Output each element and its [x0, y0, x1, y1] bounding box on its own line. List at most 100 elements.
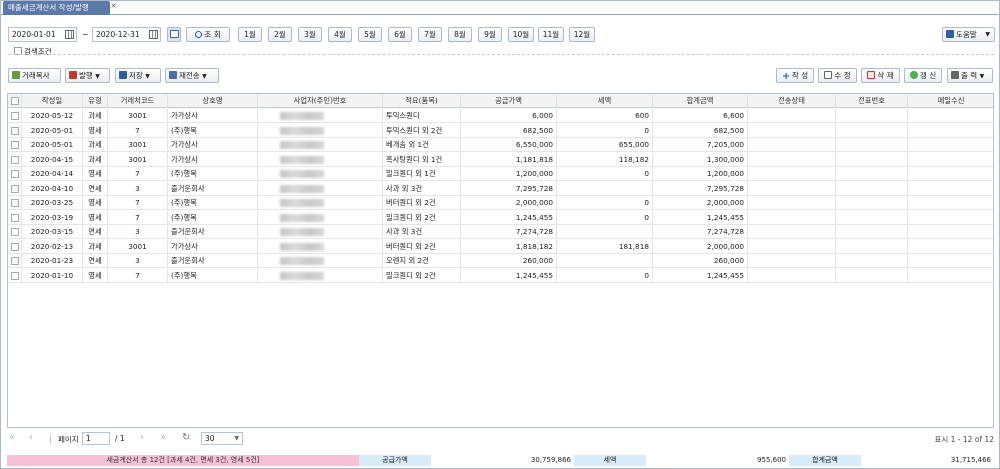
table-row[interactable]: 2020-04-10 면세 3 즐거운회사 사과 외 3건 7,295,728 7,295,… — [8, 181, 993, 196]
row-select-cell[interactable] — [8, 109, 22, 123]
table-row[interactable]: 2020-02-13 과세 3001 가가상사 버터퀀디 외 2건 1,818,182 18… — [8, 239, 993, 254]
copy-trade-button[interactable]: 거래복사 — [8, 68, 61, 83]
row-checkbox[interactable] — [11, 141, 19, 149]
row-checkbox[interactable] — [11, 271, 19, 280]
row-select-cell[interactable] — [8, 123, 22, 138]
write-button[interactable]: + 작 성 — [776, 68, 814, 83]
column-header[interactable]: 거래처코드 — [108, 94, 168, 108]
header-select-all[interactable] — [8, 94, 22, 108]
calendar-toggle-button[interactable] — [167, 27, 181, 42]
row-select-cell[interactable] — [8, 138, 22, 152]
column-header[interactable]: 전송상태 — [748, 94, 836, 108]
reload-icon[interactable]: ↻ — [182, 432, 190, 443]
month-button[interactable]: 4월 — [328, 27, 352, 42]
table-row[interactable]: 2020-03-15 면세 3 즐거운회사 사과 외 3건 7,274,728 7,274,… — [8, 225, 993, 239]
help-dropdown[interactable]: 도움말 ▼ — [942, 27, 995, 42]
row-checkbox[interactable] — [11, 199, 19, 207]
row-checkbox[interactable] — [11, 155, 19, 164]
month-button[interactable]: 2월 — [268, 27, 292, 42]
last-page-icon[interactable]: » — [160, 432, 166, 443]
save-dropdown[interactable]: 저장 ▼ — [115, 68, 161, 83]
tab-active[interactable]: 매출세금계산서 작성/발행 × — [3, 1, 117, 15]
column-header[interactable]: 적요(품목) — [383, 94, 461, 108]
search-button[interactable]: 조 회 — [186, 27, 230, 42]
table-row[interactable]: 2020-01-10 영세 7 (주)행복 밀크퀀디 외 2건 1,245,455 0 1,2… — [8, 268, 993, 283]
month-button[interactable]: 9월 — [478, 27, 502, 42]
month-button[interactable]: 8월 — [448, 27, 472, 42]
refresh-button[interactable]: 갱 신 — [904, 68, 942, 83]
edit-button[interactable]: 수 정 — [818, 68, 857, 83]
close-icon[interactable]: × — [110, 0, 117, 13]
column-header[interactable]: 합계금액 — [653, 94, 748, 108]
row-checkbox[interactable] — [11, 257, 19, 265]
month-button[interactable]: 10월 — [508, 27, 534, 42]
row-select-cell[interactable] — [8, 268, 22, 283]
print-dropdown[interactable]: 출 력 ▼ — [947, 68, 993, 83]
table-row[interactable]: 2020-05-01 과세 3001 가가상사 베개솜 외 1건 6,550,000 655… — [8, 138, 993, 152]
column-header[interactable]: 세액 — [557, 94, 653, 108]
next-page-icon[interactable]: › — [140, 432, 144, 443]
table-cell — [258, 109, 383, 123]
column-header[interactable]: 전표번호 — [836, 94, 908, 108]
start-date-field[interactable]: 2020-01-01 — [8, 27, 77, 42]
row-select-cell[interactable] — [8, 254, 22, 268]
row-checkbox[interactable] — [11, 112, 19, 120]
row-checkbox[interactable] — [11, 170, 19, 178]
issue-dropdown[interactable]: 발행 ▼ — [65, 68, 110, 83]
row-checkbox[interactable] — [11, 213, 19, 222]
column-header[interactable]: 사업자(주민)번호 — [258, 94, 383, 108]
table-row[interactable]: 2020-04-14 영세 7 (주)행복 밀크퀀디 외 1건 1,200,000 0 1,2… — [8, 167, 993, 181]
tab-bar: 매출세금계산서 작성/발행 × — [1, 1, 999, 15]
first-page-icon[interactable]: « — [9, 432, 15, 443]
column-header[interactable]: 작성일 — [22, 94, 83, 108]
month-button[interactable]: 12월 — [569, 27, 595, 42]
table-row[interactable]: 2020-05-12 과세 3001 가가상사 투믹스퀀디 6,000 600 6,600 — [8, 109, 993, 123]
row-select-cell[interactable] — [8, 225, 22, 239]
table-cell: 베개솜 외 1건 — [383, 138, 461, 152]
calendar-icon[interactable] — [149, 30, 158, 39]
row-select-cell[interactable] — [8, 167, 22, 181]
table-row[interactable]: 2020-05-01 영세 7 (주)행복 투믹스퀀디 외 2건 682,500 0 682,… — [8, 123, 993, 138]
column-header[interactable]: 상호명 — [168, 94, 258, 108]
row-checkbox[interactable] — [11, 228, 19, 236]
table-row[interactable]: 2020-01-23 면세 3 즐거운회사 오렌지 외 2건 260,000 260,000 — [8, 254, 993, 268]
month-button[interactable]: 11월 — [538, 27, 564, 42]
table-cell — [908, 182, 993, 196]
row-select-cell[interactable] — [8, 196, 22, 210]
table-cell — [836, 254, 908, 268]
table-cell: (주)행복 — [168, 196, 258, 210]
end-date-field[interactable]: 2020-12-31 — [92, 27, 161, 42]
row-checkbox[interactable] — [11, 126, 19, 135]
month-button[interactable]: 6월 — [388, 27, 412, 42]
column-header[interactable]: 메일수신 — [908, 94, 993, 108]
row-checkbox[interactable] — [11, 184, 19, 193]
column-header[interactable]: 공급가액 — [461, 94, 557, 108]
chevron-down-icon: ▼ — [145, 73, 150, 80]
row-checkbox[interactable] — [11, 242, 19, 251]
month-button[interactable]: 3월 — [298, 27, 322, 42]
table-cell: 2,000,000 — [653, 196, 748, 210]
row-select-cell[interactable] — [8, 181, 22, 196]
page-input[interactable]: 1 — [82, 432, 110, 445]
table-row[interactable]: 2020-03-19 영세 7 (주)행복 밀크퀀디 외 2건 1,245,455 0 1,2… — [8, 210, 993, 225]
calendar-icon[interactable] — [65, 30, 74, 39]
table-row[interactable]: 2020-03-25 영세 7 (주)행복 버터퀀디 외 2건 2,000,000 0 2,0… — [8, 196, 993, 210]
table-cell: 2020-04-14 — [22, 167, 83, 181]
delete-button[interactable]: 삭 제 — [861, 68, 900, 83]
resend-dropdown[interactable]: 재전송 ▼ — [165, 68, 219, 83]
row-select-cell[interactable] — [8, 210, 22, 225]
page-size-select[interactable]: 30 ▼ — [201, 432, 243, 445]
table-cell: 7,274,728 — [653, 225, 748, 239]
column-header[interactable]: 유형 — [83, 94, 108, 108]
month-button[interactable]: 7월 — [418, 27, 442, 42]
chevron-down-icon: ▼ — [985, 31, 990, 38]
row-select-cell[interactable] — [8, 239, 22, 254]
month-button[interactable]: 5월 — [358, 27, 382, 42]
row-select-cell[interactable] — [8, 152, 22, 167]
month-button[interactable]: 1월 — [238, 27, 262, 42]
table-row[interactable]: 2020-04-15 과세 3001 가가상사 흑사탕퀀디 외 1건 1,181,818 1… — [8, 152, 993, 167]
prev-page-icon[interactable]: ‹ — [29, 432, 33, 443]
table-cell — [836, 268, 908, 283]
select-all-checkbox[interactable] — [11, 97, 19, 105]
calendar-grid-icon — [169, 30, 179, 38]
